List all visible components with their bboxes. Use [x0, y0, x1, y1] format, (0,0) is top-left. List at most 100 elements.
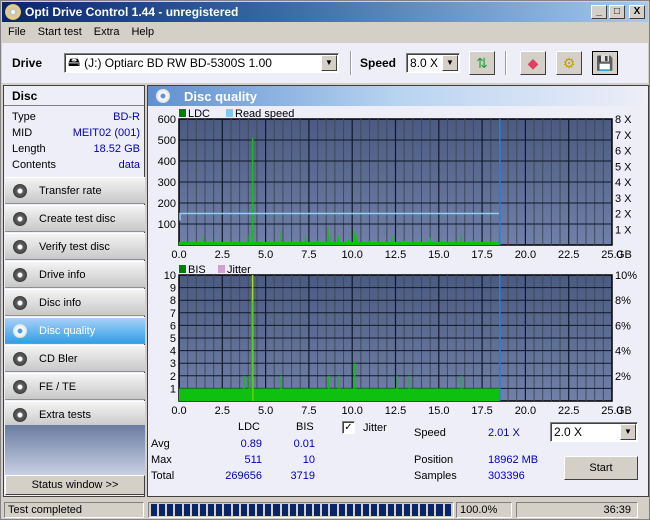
progress-block — [403, 504, 410, 516]
chevron-down-icon[interactable]: ▼ — [321, 55, 337, 71]
col-bis: BIS — [296, 421, 314, 433]
y-tick-label: 10 — [164, 270, 176, 282]
progress-block — [420, 504, 427, 516]
x-tick-label: 20.0 — [515, 249, 536, 261]
minimize-button[interactable]: _ — [591, 5, 607, 19]
sidebar: Disc Type BD-R MID MEIT02 (001) Length 18.5… — [3, 85, 145, 497]
x-tick-label: 5.0 — [258, 249, 273, 261]
progress-block — [387, 504, 394, 516]
progress-block — [322, 504, 329, 516]
y2-tick-label: 6 X — [615, 146, 632, 158]
x-tick-label: 12.5 — [385, 249, 406, 261]
x-tick-label: 5.0 — [258, 405, 273, 417]
erase-button[interactable]: ◆ — [520, 51, 546, 75]
refresh-button[interactable]: ⇅ — [469, 51, 495, 75]
disc-type-row: Type BD-R — [12, 111, 140, 123]
y-tick-label: 400 — [158, 156, 176, 168]
x-tick-label: 0.0 — [171, 249, 186, 261]
progress-block — [436, 504, 443, 516]
toolbar: Drive 🖴 (J:) Optiarc BD RW BD-5300S 1.00… — [2, 43, 648, 83]
disc-icon — [13, 323, 27, 338]
legend-swatch-ldc — [179, 109, 186, 117]
y2-tick-label: 8 X — [615, 114, 632, 126]
progress-block — [151, 504, 158, 516]
sidebar-item-extra-tests[interactable]: Extra tests — [5, 401, 145, 428]
progress-block — [305, 504, 313, 516]
progress-block — [167, 504, 174, 516]
menu-extra[interactable]: Extra — [88, 26, 126, 38]
sidebar-item-fe-te[interactable]: FE / TE — [5, 373, 145, 400]
chevron-down-icon[interactable]: ▼ — [442, 55, 458, 71]
disc-icon — [13, 183, 27, 198]
sidebar-fill — [5, 425, 145, 475]
sidebar-item-create-test-disc[interactable]: Create test disc — [5, 205, 145, 232]
y-tick-label: 8 — [170, 295, 176, 307]
sidebar-item-disc-quality[interactable]: Disc quality — [5, 317, 145, 344]
sidebar-item-label: Verify test disc — [39, 240, 110, 253]
disc-icon — [13, 239, 27, 254]
x-tick-label: 10.0 — [341, 405, 362, 417]
sidebar-item-verify-test-disc[interactable]: Verify test disc — [5, 233, 145, 260]
window-title: Opti Drive Control 1.44 - unregistered — [25, 5, 239, 19]
legend-swatch-jitter — [218, 265, 225, 273]
total-bis: 3719 — [290, 470, 315, 482]
sidebar-item-drive-info[interactable]: Drive info — [5, 261, 145, 288]
sidebar-item-disc-info[interactable]: Disc info — [5, 289, 145, 316]
sidebar-item-transfer-rate[interactable]: Transfer rate — [5, 177, 145, 204]
close-button[interactable]: X — [629, 5, 645, 19]
progress-block — [257, 504, 264, 516]
progress-block — [232, 504, 239, 516]
y2-tick-label: 2% — [615, 371, 631, 383]
menu-start-test[interactable]: Start test — [32, 26, 88, 38]
main-panel: Disc quality LDC Read speed 100 200 300 400 50… — [147, 85, 649, 497]
x-axis-label: GB — [616, 249, 632, 261]
x-tick-label: 7.5 — [301, 405, 316, 417]
app-icon — [5, 4, 21, 20]
avg-ldc: 0.89 — [240, 438, 262, 450]
progress-block — [346, 504, 353, 516]
progress-block — [175, 504, 182, 516]
y2-tick-label: 10% — [615, 270, 637, 282]
sidebar-item-cd-bler[interactable]: CD Bler — [5, 345, 145, 372]
speed-select[interactable]: 8.0 X ▼ — [406, 53, 460, 73]
max-bis: 10 — [302, 454, 315, 466]
progress-block — [412, 504, 419, 516]
samples-value: 303396 — [488, 470, 525, 482]
progress-block — [199, 504, 207, 516]
settings-icon: ⚙ — [562, 54, 576, 71]
y-tick-label: 2 — [170, 371, 176, 383]
progress-block — [444, 504, 451, 516]
disc-icon — [13, 379, 27, 394]
disc-icon — [13, 407, 27, 422]
y2-tick-label: 7 X — [615, 130, 632, 142]
progress-block — [191, 504, 198, 516]
menu-file[interactable]: File — [2, 26, 32, 38]
maximize-button[interactable]: □ — [609, 5, 625, 19]
test-speed-select[interactable]: 2.0 X ▼ — [550, 422, 638, 442]
status-bar: Test completed 100.0% 36:39 — [2, 501, 648, 519]
panel-title: Disc quality — [184, 88, 257, 104]
jitter-checkbox[interactable]: ✓ — [342, 421, 355, 434]
position-value: 18962 MB — [488, 454, 539, 466]
drive-select[interactable]: 🖴 (J:) Optiarc BD RW BD-5300S 1.00 ▼ — [64, 53, 339, 73]
start-button[interactable]: Start — [564, 456, 638, 480]
samples-label: Samples — [414, 470, 457, 482]
progress-block — [428, 504, 435, 516]
x-tick-label: 15.0 — [428, 249, 449, 261]
drive-icon: 🖴 — [68, 54, 81, 69]
disc-length-row: Length 18.52 GB — [12, 143, 140, 155]
progress-block — [379, 504, 386, 516]
title-bar: Opti Drive Control 1.44 - unregistered _… — [2, 2, 648, 22]
settings-button[interactable]: ⚙ — [556, 51, 582, 75]
progress-block — [289, 504, 296, 516]
y-tick-label: 200 — [158, 198, 176, 210]
x-tick-label: 17.5 — [471, 249, 492, 261]
menu-help[interactable]: Help — [125, 26, 160, 38]
disc-icon — [13, 295, 27, 310]
progress-block — [208, 504, 215, 516]
x-tick-label: 7.5 — [301, 249, 316, 261]
save-button[interactable]: 💾 — [592, 51, 618, 75]
y-tick-label: 4 — [170, 346, 176, 358]
status-window-button[interactable]: Status window >> — [5, 475, 145, 495]
chevron-down-icon[interactable]: ▼ — [620, 424, 636, 440]
